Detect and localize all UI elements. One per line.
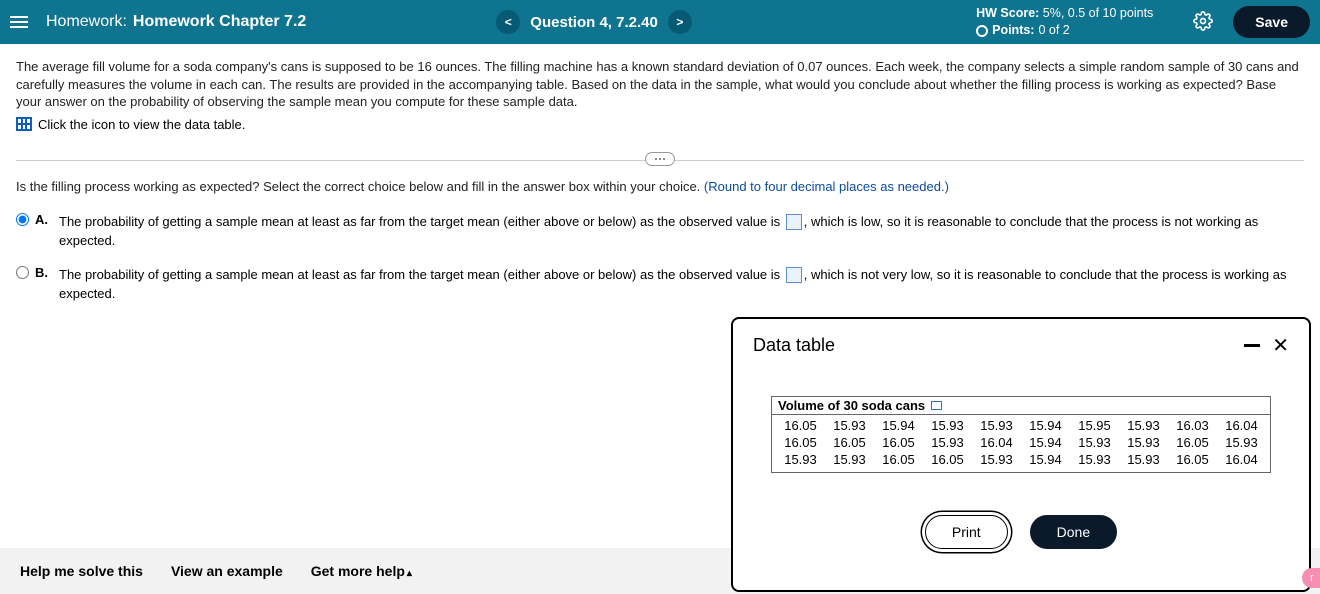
data-cell: 16.05: [776, 434, 825, 451]
data-cell: 15.93: [1070, 434, 1119, 451]
prev-question-button[interactable]: <: [496, 10, 520, 34]
data-cell: 16.04: [1217, 417, 1266, 434]
menu-icon[interactable]: [10, 11, 32, 33]
choice-a-text: The probability of getting a sample mean…: [59, 212, 1304, 251]
help-solve-button[interactable]: Help me solve this: [20, 563, 143, 579]
data-cell: 16.05: [1168, 434, 1217, 451]
choice-a-letter: A.: [35, 212, 53, 227]
data-table-title: Volume of 30 soda cans: [778, 398, 925, 413]
data-cell: 16.03: [1168, 417, 1217, 434]
choice-b-letter: B.: [35, 265, 53, 280]
data-cell: 15.93: [1119, 434, 1168, 451]
problem-text: The average fill volume for a soda compa…: [16, 58, 1304, 111]
question-label: Question 4, 7.2.40: [530, 14, 658, 31]
data-cell: 16.05: [825, 434, 874, 451]
homework-label: Homework:: [46, 13, 127, 31]
print-button[interactable]: Print: [925, 515, 1008, 549]
data-cell: 15.93: [825, 451, 874, 468]
data-cell: 15.93: [776, 451, 825, 468]
data-cell: 15.93: [923, 417, 972, 434]
popup-title: Data table: [753, 335, 835, 356]
done-button[interactable]: Done: [1030, 515, 1117, 549]
data-cell: 15.94: [874, 417, 923, 434]
data-table-link[interactable]: Click the icon to view the data table.: [38, 117, 245, 132]
table-icon[interactable]: [16, 117, 32, 131]
data-grid: 16.0515.9315.9415.9315.9315.9415.9515.93…: [772, 415, 1270, 472]
copy-icon[interactable]: [931, 401, 942, 410]
data-cell: 16.05: [874, 451, 923, 468]
data-cell: 15.93: [1217, 434, 1266, 451]
data-table-popup: Data table ✕ Volume of 30 soda cans 16.0…: [731, 317, 1311, 592]
score-block: HW Score: 5%, 0.5 of 10 points Points: 0…: [976, 5, 1153, 40]
data-cell: 15.95: [1070, 417, 1119, 434]
view-example-button[interactable]: View an example: [171, 563, 283, 579]
chevron-up-icon: ▴: [407, 568, 412, 579]
data-cell: 15.94: [1021, 417, 1070, 434]
data-cell: 16.04: [972, 434, 1021, 451]
get-more-help-button[interactable]: Get more help▴: [311, 563, 412, 579]
choice-a-radio[interactable]: [16, 213, 29, 226]
data-cell: 16.04: [1217, 451, 1266, 468]
choice-b-text: The probability of getting a sample mean…: [59, 265, 1304, 304]
data-cell: 15.93: [1070, 451, 1119, 468]
data-cell: 16.05: [923, 451, 972, 468]
help-widget[interactable]: r: [1302, 568, 1320, 588]
gear-icon[interactable]: [1193, 11, 1213, 34]
data-cell: 16.05: [776, 417, 825, 434]
data-cell: 15.93: [923, 434, 972, 451]
data-cell: 16.05: [874, 434, 923, 451]
data-cell: 15.93: [825, 417, 874, 434]
data-cell: 15.93: [1119, 451, 1168, 468]
minimize-icon[interactable]: [1244, 344, 1260, 347]
choice-b-input[interactable]: [786, 267, 802, 283]
data-cell: 15.93: [1119, 417, 1168, 434]
choice-b-radio[interactable]: [16, 266, 29, 279]
data-cell: 15.93: [972, 451, 1021, 468]
homework-title: Homework Chapter 7.2: [133, 13, 306, 31]
expand-icon[interactable]: [645, 152, 675, 166]
points-icon: [976, 25, 988, 37]
next-question-button[interactable]: >: [668, 10, 692, 34]
prompt-text: Is the filling process working as expect…: [16, 179, 1304, 194]
save-button[interactable]: Save: [1233, 6, 1310, 38]
close-icon[interactable]: ✕: [1272, 333, 1289, 358]
data-cell: 15.94: [1021, 434, 1070, 451]
data-cell: 16.05: [1168, 451, 1217, 468]
data-cell: 15.94: [1021, 451, 1070, 468]
choice-a-input[interactable]: [786, 214, 802, 230]
data-cell: 15.93: [972, 417, 1021, 434]
